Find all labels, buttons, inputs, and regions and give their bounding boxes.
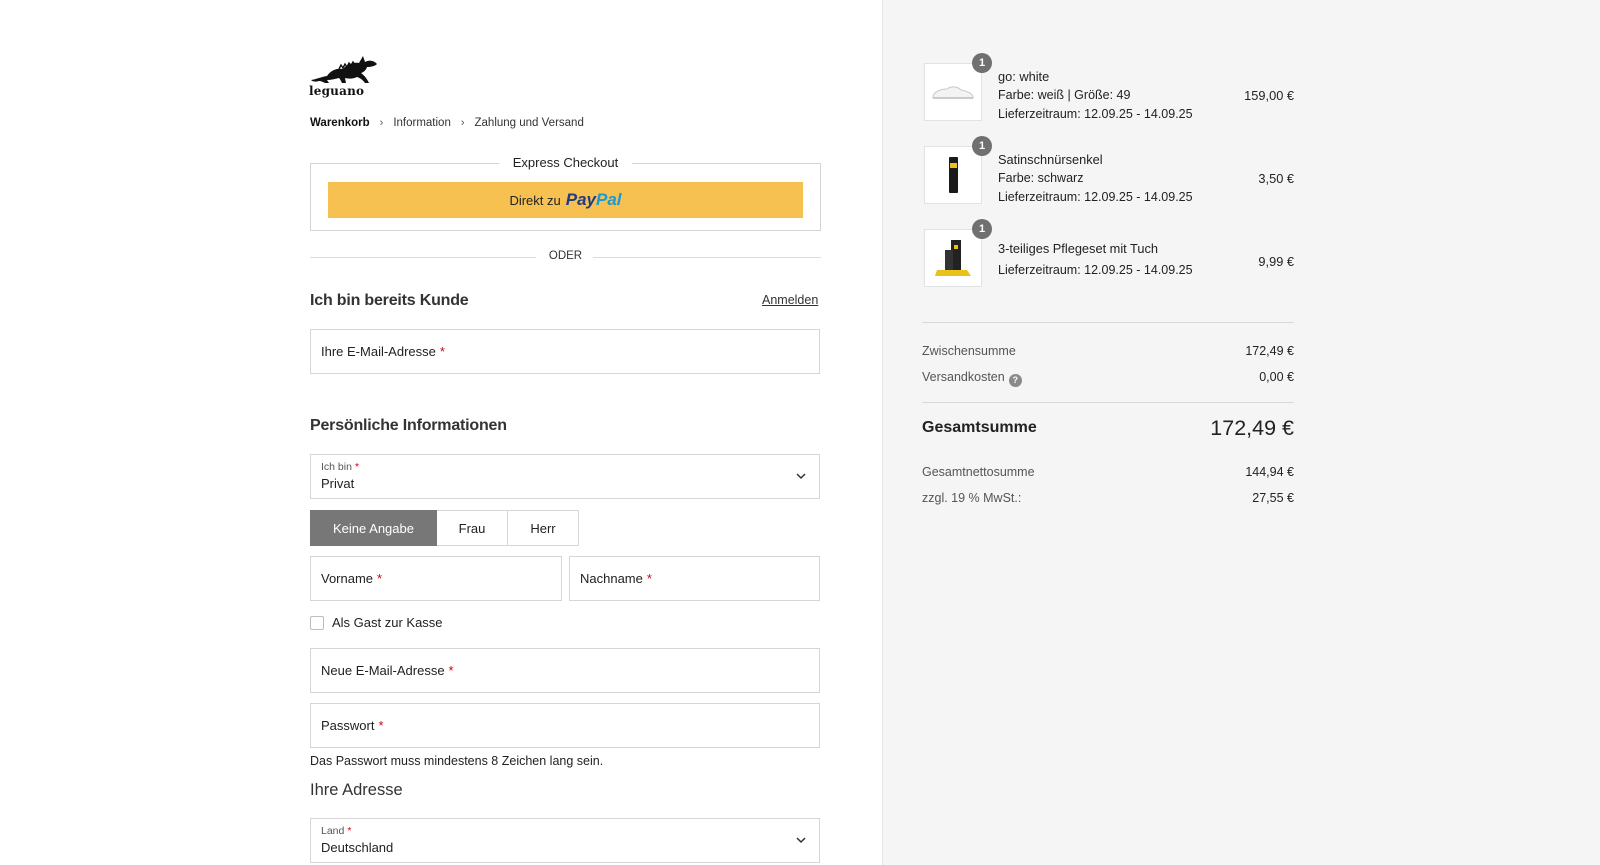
breadcrumb-item-information[interactable]: Information [393,117,451,129]
shipping-value: 0,00 € [1259,370,1294,384]
quantity-badge: 1 [972,53,992,73]
firstname-input[interactable]: Vorname * [310,556,562,601]
subtotal-label: Zwischensumme [922,344,1016,358]
chevron-down-icon [796,837,806,844]
country-label: Land [321,825,345,837]
quantity-badge: 1 [972,219,992,239]
total-value: 172,49 € [1210,416,1294,440]
paypal-logo-icon: PayPal [565,190,622,209]
password-hint: Das Passwort muss mindestens 8 Zeichen l… [310,754,604,768]
product-thumbnail[interactable] [924,146,982,204]
guest-checkout-row: Als Gast zur Kasse [310,614,443,630]
breadcrumb: Warenkorb › Information › Zahlung und Ve… [310,117,584,129]
chevron-right-icon: › [460,117,465,129]
tax-value: 27,55 € [1252,491,1294,505]
delivery-period: Lieferzeitraum: 12.09.25 - 14.09.25 [998,190,1193,204]
product-price: 9,99 € [1258,254,1294,269]
product-price: 159,00 € [1244,88,1294,103]
breadcrumb-item-warenkorb[interactable]: Warenkorb [310,117,370,129]
leguano-logo[interactable]: leguano [309,52,379,98]
or-divider-label: ODER [548,250,583,262]
personal-info-title: Persönliche Informationen [310,417,507,434]
product-name[interactable]: 3-teiliges Pflegeset mit Tuch [998,239,1193,258]
existing-customer-title: Ich bin bereits Kunde [310,292,469,309]
login-email-label: Ihre E-Mail-Adresse [321,344,436,359]
product-thumbnail[interactable] [924,229,982,287]
summary-divider [922,322,1294,323]
total-row: Gesamtsumme 172,49 € [922,416,1294,446]
password-input[interactable]: Passwort * [310,703,820,748]
net-total-label: Gesamtnettosumme [922,465,1035,479]
breadcrumb-item-zahlung-versand[interactable]: Zahlung und Versand [475,117,584,129]
white-sneaker-icon [932,86,974,99]
product-thumbnail[interactable] [924,63,982,121]
customer-type-label: Ich bin [321,461,352,473]
lastname-label: Nachname [580,571,643,586]
product-price: 3,50 € [1258,171,1294,186]
country-value: Deutschland [321,840,394,855]
guest-checkout-label[interactable]: Als Gast zur Kasse [332,615,443,630]
login-email-input[interactable]: Ihre E-Mail-Adresse * [310,329,820,374]
country-select[interactable]: Land * Deutschland [310,818,820,863]
customer-type-select[interactable]: Ich bin * Privat [310,454,820,499]
new-email-input[interactable]: Neue E-Mail-Adresse * [310,648,820,693]
tax-row: zzgl. 19 % MwSt.: 27,55 € [922,491,1294,505]
black-shoelace-icon [949,157,958,193]
login-link[interactable]: Anmelden [762,293,818,307]
delivery-period: Lieferzeitraum: 12.09.25 - 14.09.25 [998,107,1193,121]
salutation-selector: Keine Angabe Frau Herr [310,510,579,546]
address-title: Ihre Adresse [310,781,403,799]
firstname-label: Vorname [321,571,374,586]
guest-checkout-checkbox[interactable] [310,616,324,630]
password-label: Passwort [321,718,375,733]
summary-divider [922,402,1294,403]
help-icon[interactable]: ? [1008,374,1022,387]
salutation-keine-angabe[interactable]: Keine Angabe [310,510,437,546]
delivery-period: Lieferzeitraum: 12.09.25 - 14.09.25 [998,263,1193,277]
subtotal-row: Zwischensumme 172,49 € [922,344,1294,358]
shipping-row: Versandkosten? 0,00 € [922,370,1294,387]
cart-item: 1 go: white Farbe: weiß | Größe: 49 Lief… [924,53,1294,125]
iguana-icon [311,56,377,83]
customer-type-value: Privat [321,476,355,491]
checkout-form-panel: leguano Warenkorb › Information › Zahlun… [0,0,882,865]
salutation-herr[interactable]: Herr [508,510,579,546]
shipping-label: Versandkosten [922,370,1005,384]
care-set-icon [935,240,971,276]
subtotal-value: 172,49 € [1245,344,1294,358]
product-name[interactable]: Satinschnürsenkel [998,150,1193,169]
total-label: Gesamtsumme [922,419,1037,436]
net-total-row: Gesamtnettosumme 144,94 € [922,465,1294,479]
cart-item: 1 Satinschnürsenkel Farbe: schwarz Liefe… [924,136,1294,208]
product-variant: Farbe: schwarz [998,171,1084,185]
net-total-value: 144,94 € [1245,465,1294,479]
salutation-frau[interactable]: Frau [437,510,508,546]
express-checkout-box: Express Checkout Direkt zu PayPal [310,155,821,231]
logo-text: leguano [309,84,365,98]
cart-item: 1 3-teiliges Pflegeset mit Tuch Lieferze… [924,219,1294,291]
paypal-button[interactable]: Direkt zu PayPal [328,182,803,218]
tax-label: zzgl. 19 % MwSt.: [922,491,1022,505]
chevron-down-icon [796,473,806,480]
express-checkout-title: Express Checkout [498,155,633,170]
product-variant: Farbe: weiß | Größe: 49 [998,88,1131,102]
lastname-input[interactable]: Nachname * [569,556,820,601]
or-divider: ODER [310,250,821,266]
product-name[interactable]: go: white [998,67,1193,86]
chevron-right-icon: › [379,117,384,129]
paypal-button-label: Direkt zu [509,192,561,208]
new-email-label: Neue E-Mail-Adresse [321,663,445,678]
quantity-badge: 1 [972,136,992,156]
